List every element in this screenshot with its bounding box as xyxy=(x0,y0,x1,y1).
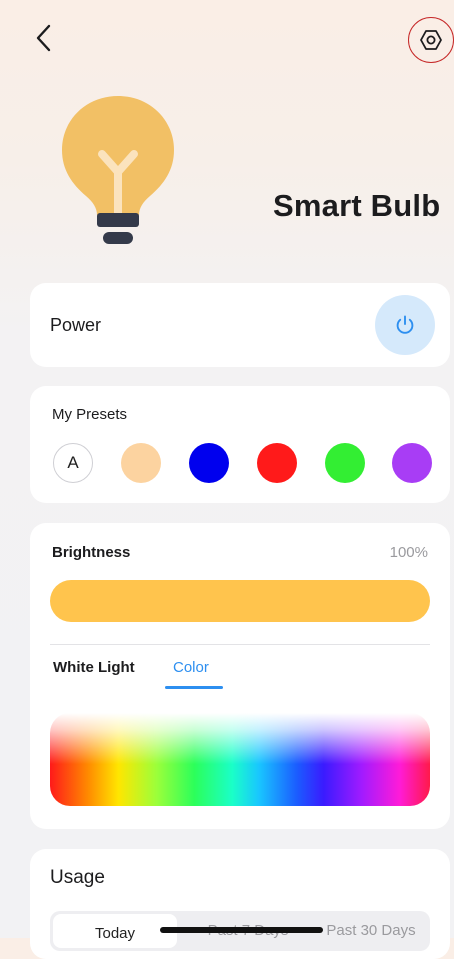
power-toggle-button[interactable] xyxy=(375,295,435,355)
usage-card: Usage Today Past 7 Days Past 30 Days xyxy=(30,849,450,959)
preset-color-2[interactable] xyxy=(189,443,229,483)
power-card: Power xyxy=(30,283,450,367)
home-indicator xyxy=(160,927,323,933)
preset-color-5[interactable] xyxy=(392,443,432,483)
range-today[interactable]: Today xyxy=(53,914,177,948)
power-label: Power xyxy=(50,315,102,335)
lightbulb-icon xyxy=(60,94,176,255)
usage-label: Usage xyxy=(50,867,105,888)
presets-label: My Presets xyxy=(52,406,128,423)
brightness-card: Brightness 100% White Light Color xyxy=(30,523,450,829)
color-spectrum-picker[interactable] xyxy=(50,713,430,806)
preset-color-4[interactable] xyxy=(325,443,365,483)
back-button[interactable] xyxy=(30,22,60,54)
chevron-left-icon xyxy=(36,24,51,52)
tab-color[interactable]: Color xyxy=(173,659,209,676)
device-name: Smart Bulb xyxy=(273,188,441,223)
brightness-slider[interactable] xyxy=(50,580,430,622)
active-tab-indicator xyxy=(165,686,223,689)
preset-auto[interactable]: A xyxy=(53,443,93,483)
preset-color-3[interactable] xyxy=(257,443,297,483)
hexagon-settings-icon xyxy=(420,30,442,50)
settings-button[interactable] xyxy=(408,17,454,63)
tab-white-light[interactable]: White Light xyxy=(53,659,135,676)
power-icon xyxy=(396,315,414,334)
preset-auto-label: A xyxy=(67,453,79,472)
divider xyxy=(50,644,430,645)
brightness-value: 100% xyxy=(389,544,428,561)
preset-color-1[interactable] xyxy=(121,443,161,483)
range-past-30-days[interactable]: Past 30 Days xyxy=(312,911,430,951)
brightness-label: Brightness xyxy=(52,544,131,561)
presets-card: My Presets A xyxy=(30,386,450,503)
